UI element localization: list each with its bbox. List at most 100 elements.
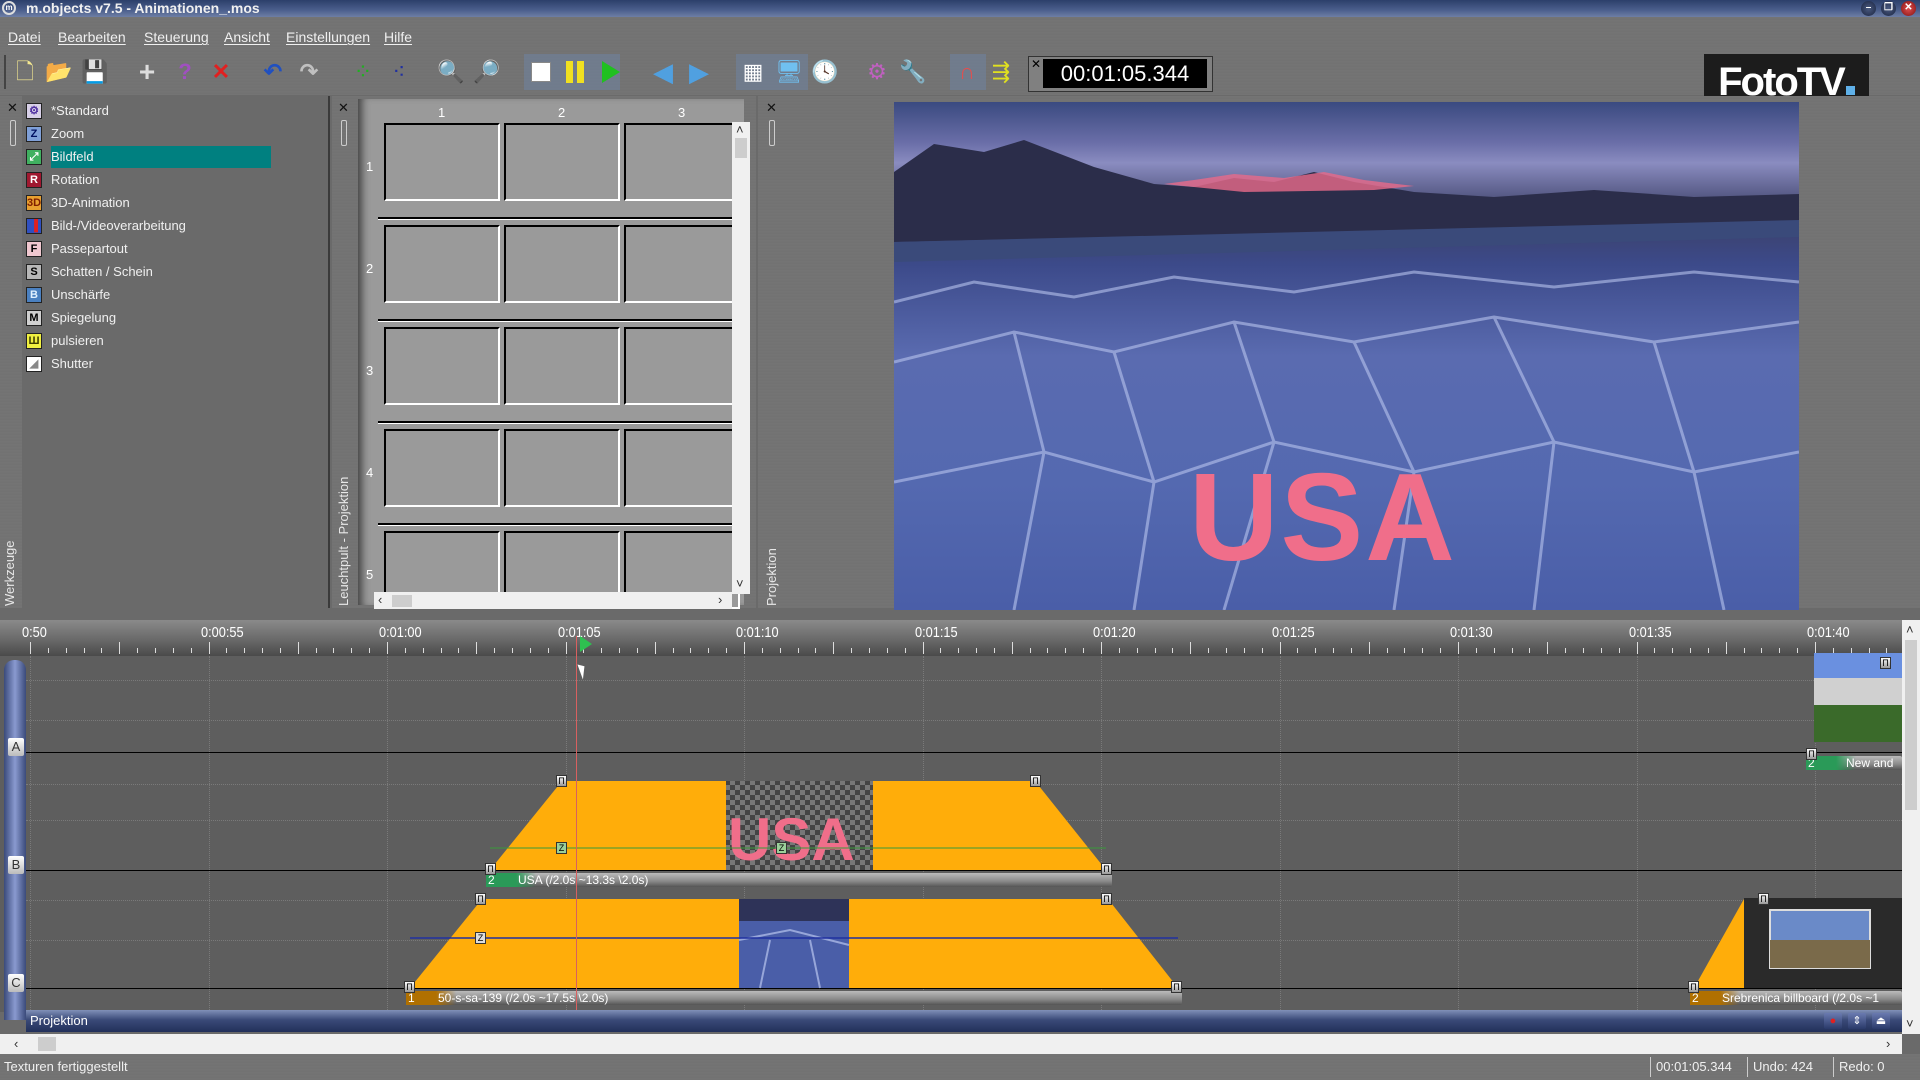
- tool-item[interactable]: R Rotation: [26, 169, 271, 191]
- clip-bar[interactable]: 2 Srebrenica billboard (/2.0s ~1: [1690, 991, 1902, 1005]
- wrench-icon[interactable]: 🔧: [899, 59, 926, 85]
- timeline-horizontal-scrollbar[interactable]: ‹ ›: [0, 1034, 1902, 1054]
- light-table-slot[interactable]: [504, 327, 620, 405]
- light-table-slot[interactable]: [504, 429, 620, 507]
- tool-item[interactable]: B Unschärfe: [26, 284, 271, 306]
- gears-icon[interactable]: ⚙: [864, 59, 890, 85]
- scroll-right-icon[interactable]: ›: [718, 592, 722, 607]
- scroll-thumb[interactable]: [38, 1037, 56, 1051]
- zoom-keyframe-marker[interactable]: Z: [475, 932, 486, 944]
- arrow-right-icon[interactable]: ▶: [686, 59, 712, 85]
- tool-item[interactable]: Z Zoom: [26, 123, 271, 145]
- tool-item[interactable]: ⚙ *Standard: [26, 100, 271, 122]
- play-icon[interactable]: [598, 59, 624, 85]
- expand-collapse-icon[interactable]: ⇕: [1848, 1013, 1866, 1029]
- playhead-marker[interactable]: [580, 636, 592, 652]
- restore-button[interactable]: ❐: [1881, 1, 1896, 16]
- light-table-slot[interactable]: [384, 327, 500, 405]
- tool-item[interactable]: M Spiegelung: [26, 307, 271, 329]
- menu-ansicht[interactable]: Ansicht: [224, 29, 270, 45]
- keyframe-handle[interactable]: Π: [1806, 748, 1817, 760]
- question-mark-icon[interactable]: ?: [172, 59, 198, 85]
- record-icon[interactable]: ●: [1824, 1013, 1842, 1029]
- zoom-keyframe-marker[interactable]: Z: [776, 842, 787, 854]
- blue-dots-icon[interactable]: ⁖: [386, 59, 412, 85]
- timeline-vertical-scrollbar[interactable]: ˄ ˅: [1902, 620, 1920, 1034]
- keyframe-handle[interactable]: Π: [1101, 863, 1112, 875]
- playhead-line[interactable]: [576, 636, 577, 1016]
- floppy-disk-icon[interactable]: 💾: [81, 59, 108, 85]
- red-x-icon[interactable]: ✕: [208, 59, 234, 85]
- monitor-icon[interactable]: 🖥: [775, 59, 803, 85]
- projection-close-icon[interactable]: ✕: [766, 100, 777, 116]
- menu-datei[interactable]: Datei: [8, 29, 41, 45]
- grid-table-icon[interactable]: ▦: [740, 59, 766, 85]
- magnet-icon[interactable]: ∩: [954, 59, 980, 85]
- magnifier-plus-icon[interactable]: 🔍: [437, 59, 464, 85]
- light-table-slot[interactable]: [384, 123, 500, 201]
- tool-item[interactable]: Шpulsieren: [26, 330, 271, 352]
- light-table-slot[interactable]: [504, 225, 620, 303]
- toolbar-grip[interactable]: [4, 55, 6, 89]
- open-folder-icon[interactable]: 📂: [45, 59, 72, 85]
- lighttable-horizontal-scrollbar[interactable]: ‹ ›: [374, 592, 732, 609]
- light-table-slot[interactable]: [624, 429, 740, 507]
- scroll-down-icon[interactable]: ˅: [736, 576, 744, 591]
- undo-arrow-icon[interactable]: ↶: [260, 59, 286, 85]
- pause-icon[interactable]: [562, 59, 588, 85]
- menu-bearbeiten[interactable]: Bearbeiten: [58, 29, 126, 45]
- light-table-slot[interactable]: [624, 123, 740, 201]
- minimize-button[interactable]: –: [1861, 1, 1876, 16]
- stop-icon[interactable]: [528, 59, 554, 85]
- scroll-thumb[interactable]: [735, 138, 747, 158]
- scroll-up-icon[interactable]: ˄: [1906, 622, 1914, 637]
- plus-icon[interactable]: +: [134, 58, 160, 86]
- scroll-thumb[interactable]: [392, 595, 412, 607]
- clip-bar[interactable]: 2 USA (/2.0s ~13.3s \2.0s): [486, 873, 1112, 887]
- keyframe-handle[interactable]: Π: [1101, 893, 1112, 905]
- light-table-slot[interactable]: [624, 225, 740, 303]
- scroll-left-icon[interactable]: ‹: [14, 1036, 18, 1051]
- tools-close-icon[interactable]: ✕: [7, 100, 18, 116]
- light-table-slot[interactable]: [384, 429, 500, 507]
- magnifier-minus-icon[interactable]: 🔎: [473, 59, 500, 85]
- keyframe-handle[interactable]: Π: [1688, 981, 1699, 993]
- light-table-slot[interactable]: [624, 327, 740, 405]
- clip-bar[interactable]: 2 New and: [1806, 756, 1902, 770]
- keyframe-handle[interactable]: Π: [1171, 981, 1182, 993]
- keyframe-handle[interactable]: Π: [404, 981, 415, 993]
- tool-item[interactable]: 3D 3D-Animation: [26, 192, 271, 214]
- scroll-right-icon[interactable]: ›: [1886, 1036, 1890, 1051]
- tool-item[interactable]: ◢ Shutter: [26, 353, 271, 375]
- keyframe-handle[interactable]: Π: [1030, 775, 1041, 787]
- close-icon[interactable]: ✕: [1031, 57, 1041, 71]
- light-table-slot[interactable]: [384, 225, 500, 303]
- light-table-slot[interactable]: [504, 123, 620, 201]
- keyframe-handle[interactable]: Π: [1880, 657, 1891, 669]
- tools-grip-handle[interactable]: [10, 120, 16, 146]
- export-arrows-icon[interactable]: ⇶: [988, 59, 1014, 85]
- green-dots-icon[interactable]: ⁘: [350, 59, 376, 85]
- eject-icon[interactable]: ⏏: [1872, 1013, 1890, 1029]
- tool-item[interactable]: ⤢ Bildfeld: [26, 146, 271, 168]
- keyframe-handle[interactable]: Π: [485, 863, 496, 875]
- tool-item[interactable]: S Schatten / Schein: [26, 261, 271, 283]
- projection-grip-handle[interactable]: [769, 120, 775, 146]
- scroll-left-icon[interactable]: ‹: [378, 592, 382, 607]
- lighttable-grip-handle[interactable]: [341, 120, 347, 146]
- clip-bar[interactable]: 1 50-s-sa-139 (/2.0s ~17.5s \2.0s): [406, 991, 1182, 1005]
- keyframe-handle[interactable]: Π: [556, 775, 567, 787]
- zoom-keyframe-marker[interactable]: Z: [556, 842, 567, 854]
- menu-einstellungen[interactable]: Einstellungen: [286, 29, 370, 45]
- lighttable-vertical-scrollbar[interactable]: ˄ ˅: [732, 122, 750, 594]
- redo-arrow-icon[interactable]: ↷: [296, 59, 322, 85]
- projection-screen[interactable]: USA: [894, 102, 1799, 610]
- clock-icon[interactable]: 🕓: [811, 59, 838, 85]
- menu-steuerung[interactable]: Steuerung: [144, 29, 209, 45]
- keyframe-handle[interactable]: Π: [475, 893, 486, 905]
- tool-item[interactable]: F Passepartout: [26, 238, 271, 260]
- scroll-thumb[interactable]: [1905, 640, 1917, 810]
- scroll-up-icon[interactable]: ˄: [736, 122, 744, 137]
- scroll-down-icon[interactable]: ˅: [1906, 1016, 1914, 1031]
- keyframe-handle[interactable]: Π: [1758, 893, 1769, 905]
